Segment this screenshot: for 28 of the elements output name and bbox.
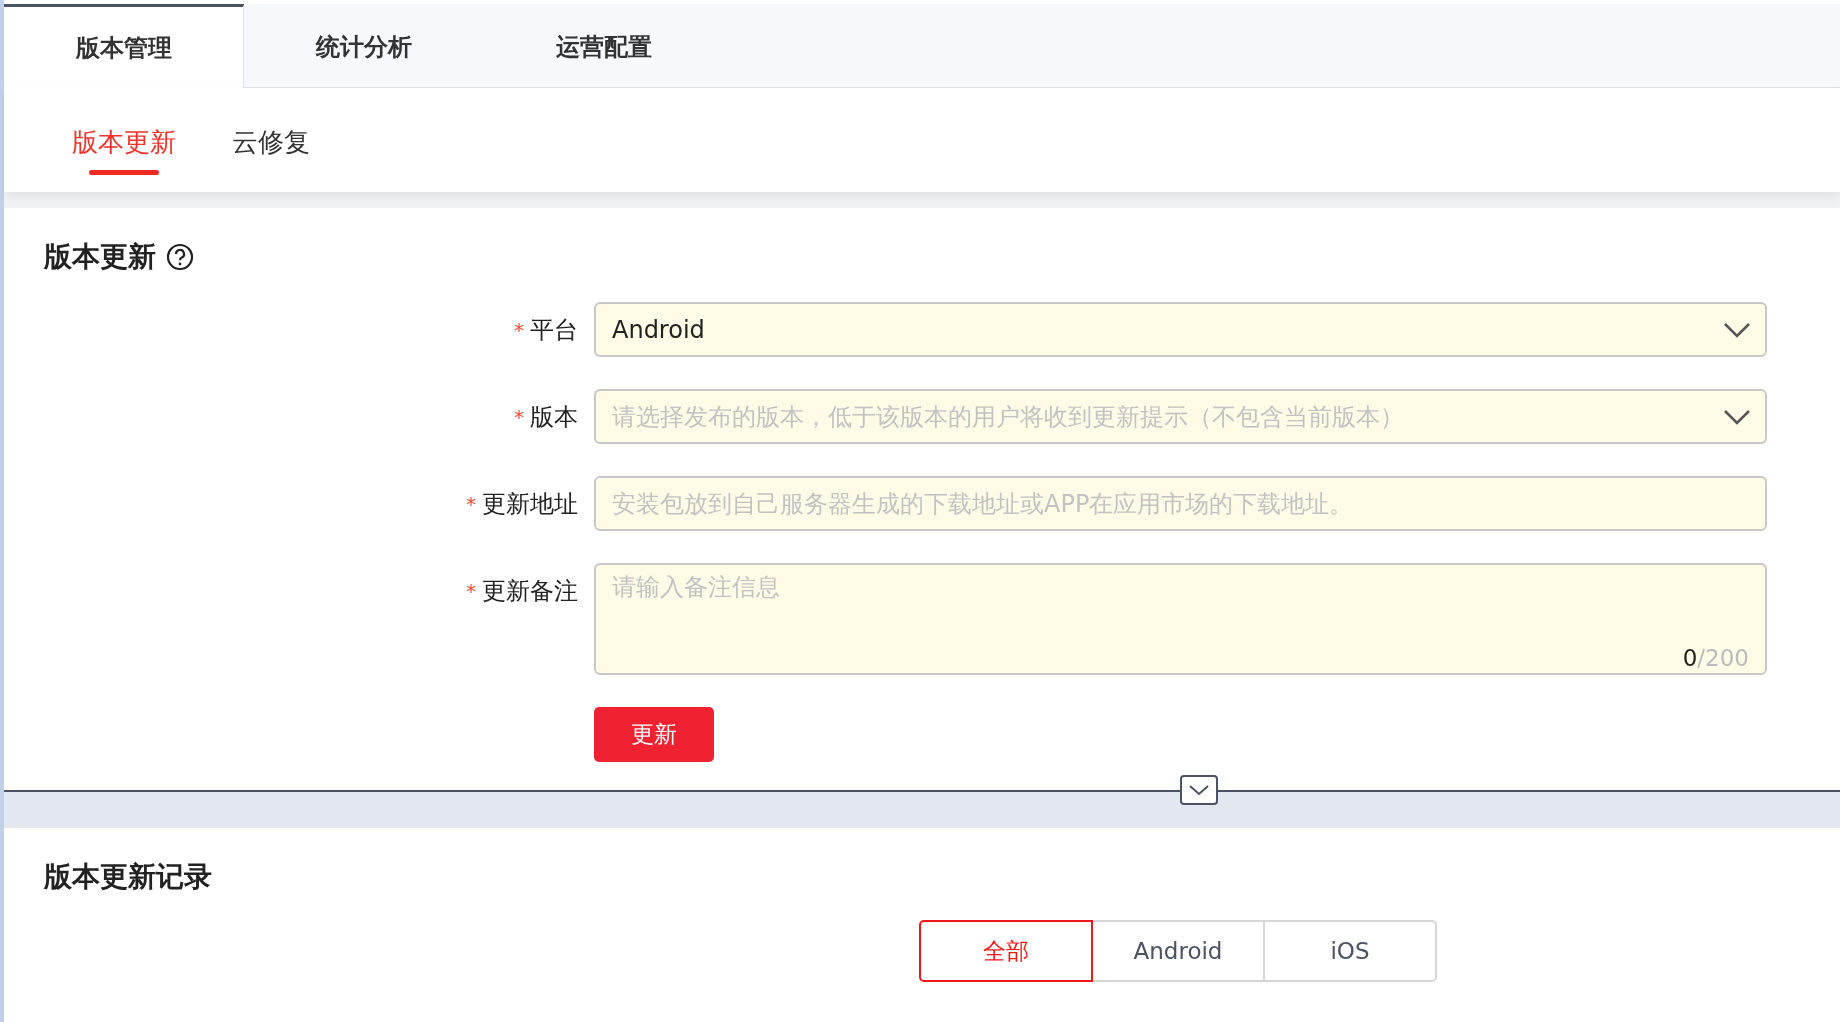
chevron-down-icon (1723, 409, 1751, 425)
main-tab[interactable]: 运营配置 (484, 4, 724, 87)
required-mark: * (514, 404, 524, 429)
chevron-down-icon (1723, 322, 1751, 338)
sub-tab[interactable]: 版本更新 (64, 88, 184, 192)
filter-segment[interactable]: Android (1091, 920, 1265, 982)
select-field[interactable]: Android (594, 302, 1767, 357)
filter-segment[interactable]: iOS (1263, 920, 1437, 982)
field-label: 更新备注 (482, 575, 578, 607)
field-label: 平台 (530, 314, 578, 346)
field-label: 版本 (530, 401, 578, 433)
char-counter: 0/200 (1682, 645, 1749, 671)
filter-segment[interactable]: 全部 (919, 920, 1093, 982)
select-field[interactable]: 请选择发布的版本，低于该版本的用户将收到更新提示（不包含当前版本） (594, 389, 1767, 444)
required-mark: * (514, 317, 524, 342)
expand-toggle[interactable] (1180, 775, 1218, 805)
main-tab[interactable]: 版本管理 (4, 4, 244, 88)
sub-tab[interactable]: 云修复 (224, 88, 318, 192)
required-mark: * (466, 578, 476, 603)
chevron-down-icon (1188, 784, 1210, 796)
main-tab[interactable]: 统计分析 (244, 4, 484, 87)
input-field[interactable]: 安装包放到自己服务器生成的下载地址或APP在应用市场的下载地址。 (594, 476, 1767, 531)
required-mark: * (466, 491, 476, 516)
help-icon[interactable] (166, 243, 194, 271)
field-label: 更新地址 (482, 488, 578, 520)
update-button[interactable]: 更新 (594, 707, 714, 762)
section-title: 版本更新 (44, 239, 156, 275)
section-title: 版本更新记录 (44, 859, 212, 895)
